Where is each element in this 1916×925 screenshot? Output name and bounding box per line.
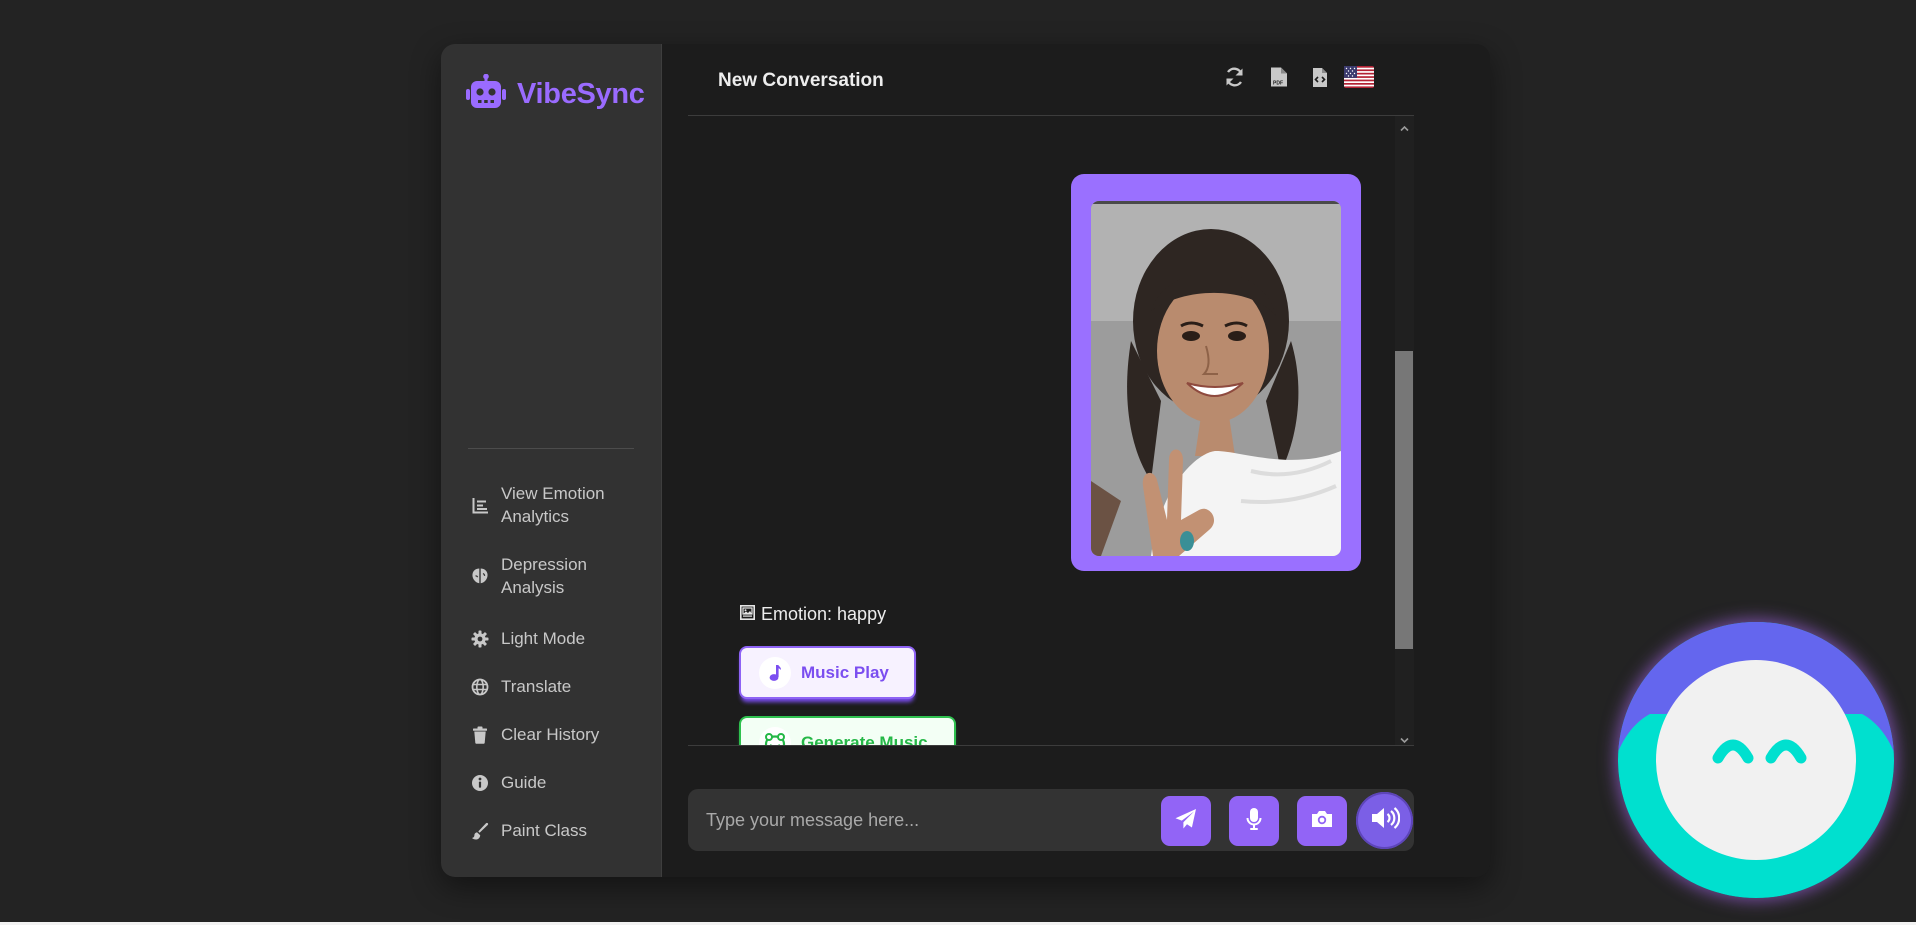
sidebar-item-label: Paint Class xyxy=(501,821,587,840)
sidebar-divider xyxy=(468,448,634,449)
chat-messages[interactable]: Emotion: happy Music Play Generate Music xyxy=(688,116,1414,745)
sidebar-item-label: Light Mode xyxy=(501,629,586,648)
music-play-label: Music Play xyxy=(801,662,889,682)
pdf-file-icon[interactable]: PDF xyxy=(1268,66,1290,88)
scroll-up-icon[interactable] xyxy=(1400,120,1409,132)
sidebar-item-label: Clear History xyxy=(501,725,600,744)
globe-icon xyxy=(471,678,489,696)
svg-text:PDF: PDF xyxy=(1273,81,1283,87)
music-play-button[interactable]: Music Play xyxy=(739,646,916,699)
app-window: VibeSync View Emotion Analytics Depressi… xyxy=(441,44,1490,877)
send-icon xyxy=(1174,807,1198,836)
generate-music-button[interactable]: Generate Music xyxy=(739,716,956,745)
info-icon xyxy=(471,774,489,792)
message-composer xyxy=(688,789,1414,851)
page-title: New Conversation xyxy=(718,70,884,91)
sidebar-item-paint-class[interactable]: Paint Class xyxy=(471,819,587,842)
microphone-button[interactable] xyxy=(1229,796,1279,846)
mascot-assistant-button[interactable] xyxy=(1618,622,1894,898)
robot-icon xyxy=(466,73,506,115)
gear-icon xyxy=(471,630,489,648)
sidebar-item-translate[interactable]: Translate xyxy=(471,675,571,698)
emotion-label: Emotion: happy xyxy=(761,604,887,624)
user-image-message xyxy=(1071,174,1361,571)
sidebar-item-guide[interactable]: Guide xyxy=(471,771,546,794)
sidebar-item-view-emotion-analytics[interactable]: View Emotion Analytics xyxy=(471,482,631,528)
paintbrush-icon xyxy=(471,822,489,840)
us-flag-icon[interactable] xyxy=(1344,66,1374,88)
sidebar-item-label: Guide xyxy=(501,773,547,792)
composer-divider xyxy=(688,745,1414,746)
code-file-icon[interactable] xyxy=(1310,67,1330,88)
chat-scrollbar[interactable] xyxy=(1395,116,1414,745)
sidebar: VibeSync View Emotion Analytics Depressi… xyxy=(441,44,662,877)
generate-music-label: Generate Music xyxy=(801,732,928,746)
speaker-icon xyxy=(1370,806,1400,835)
camera-icon xyxy=(1310,809,1334,834)
conversation-panel: New Conversation PDF Emotion: happy Musi… xyxy=(662,44,1490,877)
header-actions: PDF xyxy=(1222,66,1374,88)
emotion-result: Emotion: happy xyxy=(740,604,886,625)
sidebar-item-light-mode[interactable]: Light Mode xyxy=(471,627,585,650)
sidebar-item-label: Depression Analysis xyxy=(501,555,587,597)
trash-icon xyxy=(471,726,489,744)
refresh-icon[interactable] xyxy=(1222,67,1246,87)
frame-icon xyxy=(740,604,755,625)
sidebar-item-depression-analysis[interactable]: Depression Analysis xyxy=(471,553,611,599)
sidebar-item-label: Translate xyxy=(501,677,572,696)
brand-name: VibeSync xyxy=(517,78,645,110)
sidebar-item-clear-history[interactable]: Clear History xyxy=(471,723,599,746)
speaker-button[interactable] xyxy=(1356,792,1413,849)
selfie-photo xyxy=(1091,201,1341,556)
scroll-thumb[interactable] xyxy=(1395,351,1413,649)
sidebar-item-label: View Emotion Analytics xyxy=(501,484,605,526)
frog-icon xyxy=(759,726,791,745)
music-note-icon xyxy=(759,656,791,689)
brain-icon xyxy=(471,567,489,585)
send-button[interactable] xyxy=(1161,796,1211,846)
camera-button[interactable] xyxy=(1297,796,1347,846)
chart-icon xyxy=(471,496,489,514)
brand[interactable]: VibeSync xyxy=(466,73,645,115)
scroll-down-icon[interactable] xyxy=(1400,732,1409,744)
microphone-icon xyxy=(1246,807,1262,836)
message-input[interactable] xyxy=(688,789,1184,851)
